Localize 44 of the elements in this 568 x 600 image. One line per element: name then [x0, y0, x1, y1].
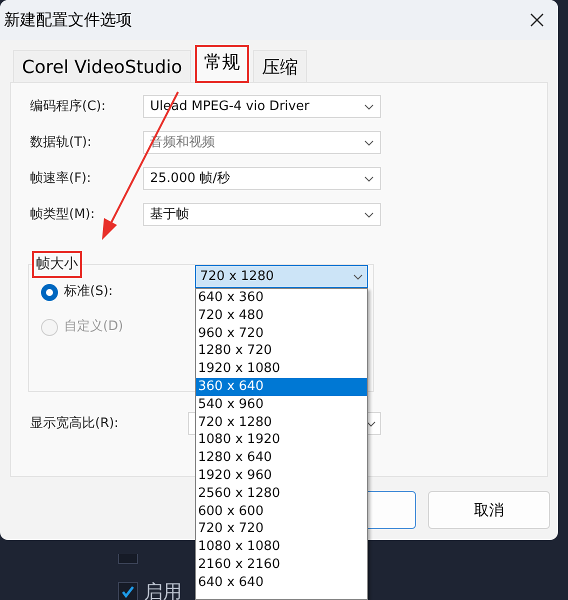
dropdown-option[interactable]: 1080 x 1920: [196, 431, 367, 450]
dropdown-option[interactable]: 1080 x 1080: [196, 538, 367, 556]
dropdown-option[interactable]: 600 x 600: [196, 502, 367, 520]
tab[interactable]: Corel VideoStudio: [13, 50, 192, 82]
dropdown-option[interactable]: 360 x 640: [196, 378, 367, 396]
chevron-down-icon: [364, 176, 374, 182]
field-label: 帧类型(M):: [30, 206, 96, 224]
chevron-down-icon: [366, 420, 376, 426]
dropdown-option[interactable]: 1280 x 720: [196, 342, 367, 360]
field-label: 编码程序(C):: [30, 98, 107, 116]
dropdown-field[interactable]: 25.000 帧/秒: [143, 167, 381, 190]
dropdown-option[interactable]: 720 x 720: [196, 520, 367, 538]
cancel-button[interactable]: 取消: [428, 491, 550, 529]
tab[interactable]: 常规: [195, 45, 250, 83]
chevron-down-icon: [364, 104, 374, 110]
group-title: 帧大小: [32, 251, 82, 278]
window-title: 新建配置文件选项: [4, 9, 132, 31]
dropdown-option[interactable]: 540 x 960: [196, 396, 367, 414]
size-select[interactable]: 720 x 1280: [195, 265, 368, 288]
chevron-down-icon: [353, 274, 363, 280]
dropdown-option[interactable]: 720 x 1280: [196, 414, 367, 432]
checkbox[interactable]: [118, 582, 138, 600]
radio-label: 自定义(D): [64, 318, 124, 336]
dropdown-option[interactable]: 1280 x 640: [196, 449, 367, 467]
field-label: 数据轨(T):: [30, 134, 92, 152]
dropdown-option[interactable]: 960 x 720: [196, 324, 367, 342]
dropdown-option[interactable]: 720 x 480: [196, 306, 367, 325]
chevron-down-icon: [364, 140, 374, 146]
dropdown-option[interactable]: 1920 x 1080: [196, 360, 367, 378]
dropdown-option[interactable]: 640 x 640: [196, 574, 367, 592]
close-icon[interactable]: [530, 13, 544, 27]
field-label: 显示宽高比(R):: [30, 414, 120, 433]
dropdown-option[interactable]: 640 x 360: [196, 289, 367, 307]
dropdown-option[interactable]: 1920 x 960: [196, 466, 367, 485]
field-label: 帧速率(F):: [30, 170, 92, 188]
checkbox-label: 启用: [144, 580, 182, 600]
chevron-down-icon: [364, 212, 374, 218]
dropdown-field[interactable]: 基于帧: [143, 203, 381, 226]
radio-button[interactable]: [41, 284, 58, 300]
radio-label: 标准(S):: [64, 283, 113, 302]
dropdown-option[interactable]: 2560 x 1280: [196, 484, 367, 503]
checkbox[interactable]: [118, 554, 138, 564]
dropdown-option[interactable]: 2160 x 2160: [196, 556, 367, 574]
tab[interactable]: 压缩: [253, 50, 308, 82]
